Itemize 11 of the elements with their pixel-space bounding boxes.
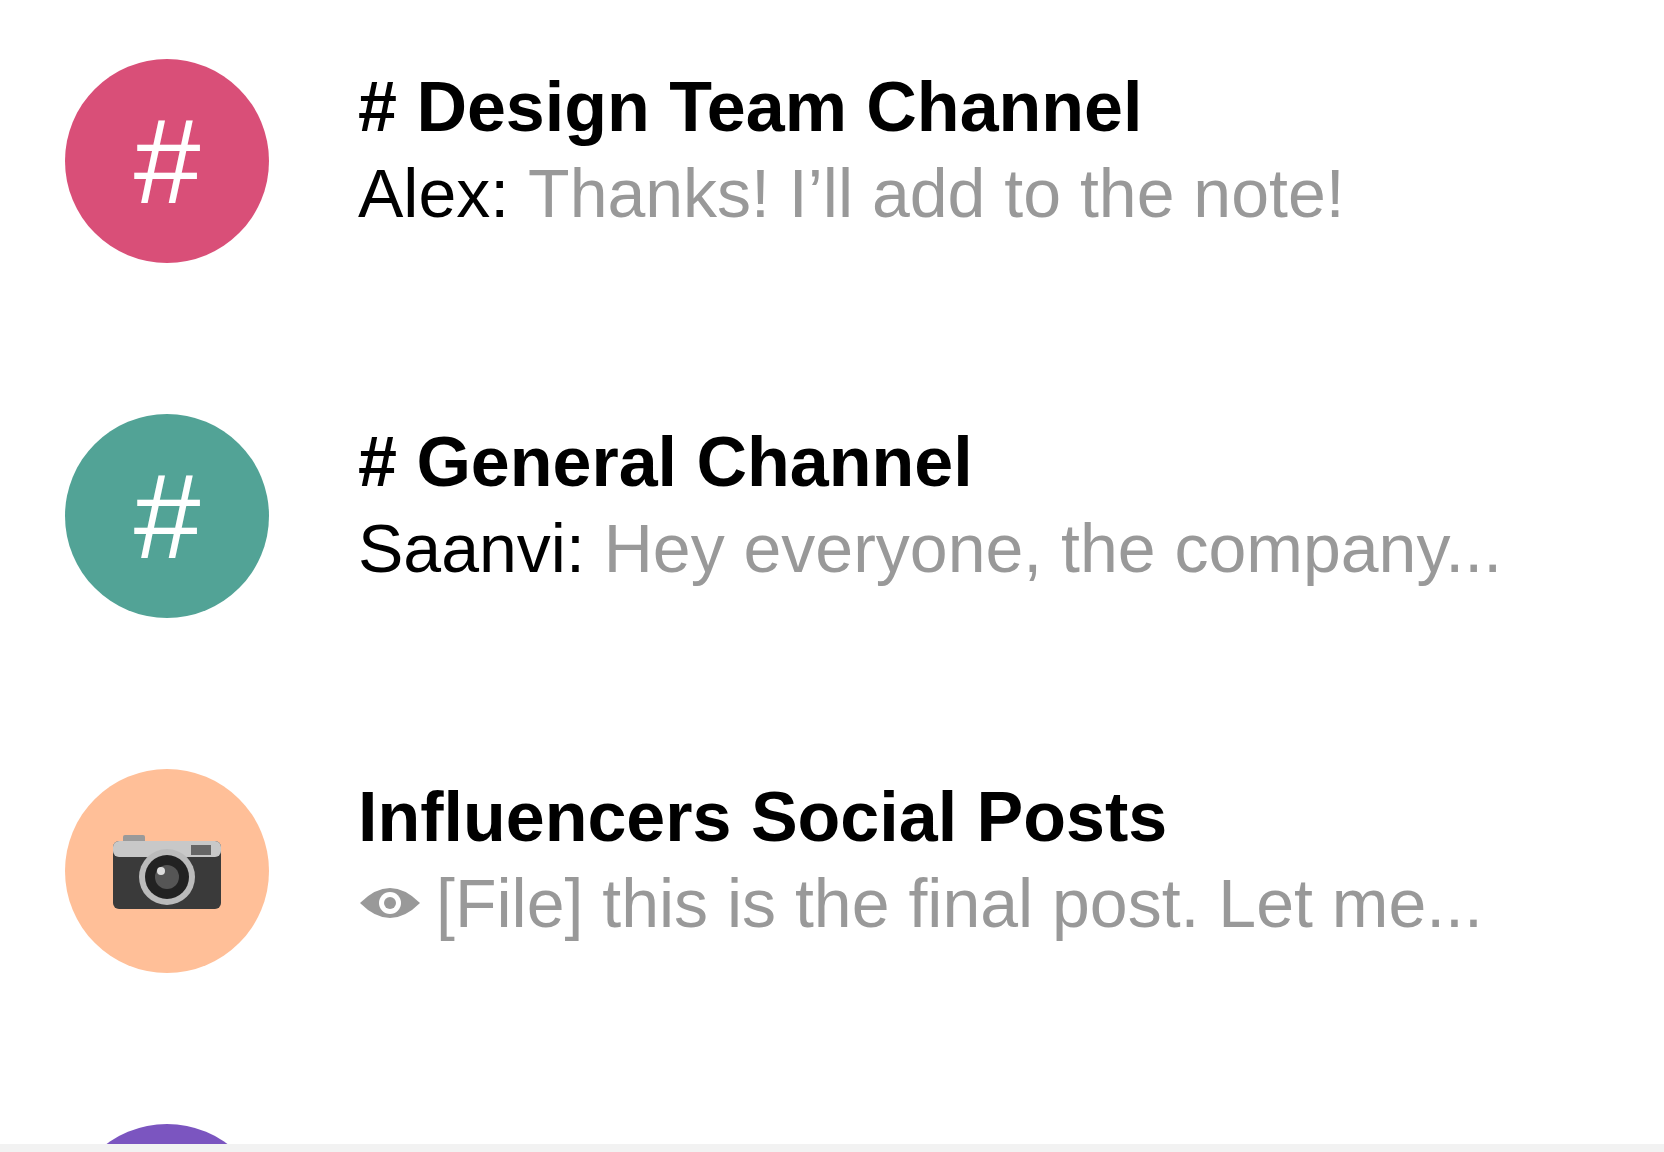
sender-name: Saanvi: (358, 509, 586, 588)
hash-icon: # (133, 456, 201, 576)
hash-icon: # (133, 101, 201, 221)
message-preview: Thanks! I’ll add to the note! (528, 154, 1345, 233)
sender-name: Alex: (358, 154, 511, 233)
channel-title[interactable]: Influencers Social Posts (358, 774, 1483, 860)
message-preview: Hey everyone, the company... (603, 509, 1503, 588)
channel-title[interactable]: # Design Team Channel (358, 64, 1345, 150)
channel-title[interactable]: # General Channel (358, 419, 1503, 505)
camera-icon (113, 833, 221, 909)
message-preview: [File] this is the final post. Let me... (436, 864, 1483, 943)
